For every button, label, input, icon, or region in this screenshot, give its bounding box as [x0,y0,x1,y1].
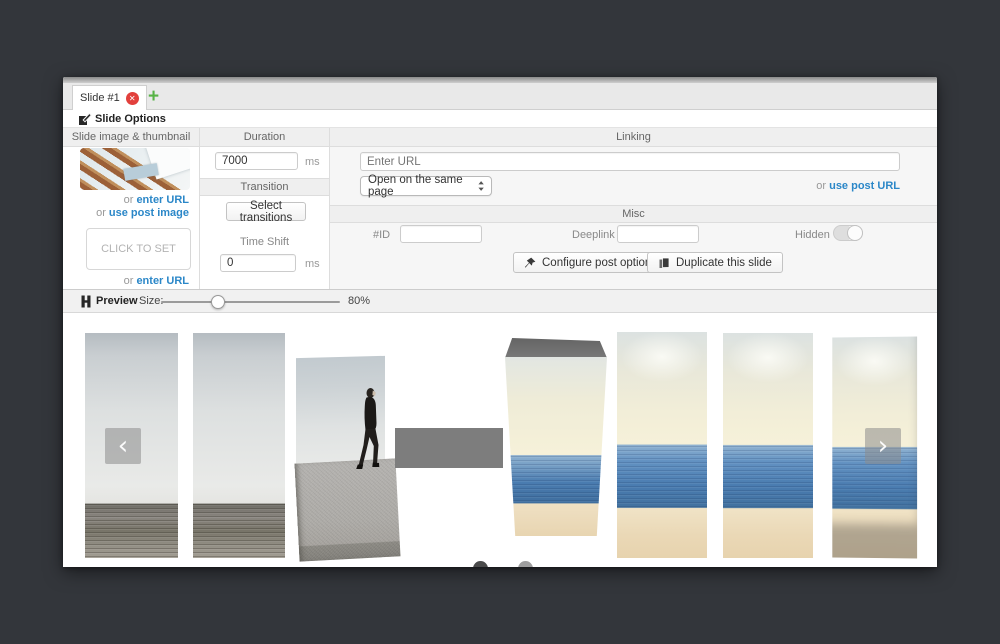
preview-strip-3-concrete-block [295,458,401,561]
slide-image-column: Slide image & thumbnail or enter URL or … [63,128,200,289]
edit-compose-icon [78,112,92,126]
businessman-figure [350,387,385,471]
chevron-right-icon: › [878,428,888,464]
transition-header: Transition [200,178,329,196]
hidden-toggle-knob [847,225,863,241]
link-url-input[interactable] [360,152,900,171]
post-url-row: or use post URL [816,180,900,192]
enter-image-url-link[interactable]: enter URL [136,194,189,206]
time-shift-label: Time Shift [200,236,329,248]
image-url-row: or enter URL [124,194,189,206]
link-target-select[interactable]: Open on the same page [360,176,492,196]
slide-options-title: Slide Options [95,113,166,125]
slide-thumbnail[interactable] [80,148,190,190]
preview-strip-7 [723,333,813,558]
or-text: or [816,180,826,192]
pagination-dot[interactable] [518,561,533,567]
duplicate-icon [658,257,670,269]
hidden-toggle[interactable] [833,225,863,241]
configure-post-options-label: Configure post options [542,257,657,269]
preview-toolbar: Preview Size: 80% [63,290,937,313]
slider-preview-area: ‹ › [63,313,937,567]
duration-input[interactable] [215,152,298,170]
tab-slide-1-label: Slide #1 [80,92,120,104]
misc-header: Misc [330,205,937,223]
id-label: #ID [373,229,390,241]
delete-slide-icon[interactable]: ✕ [126,92,139,105]
select-transitions-button[interactable]: Select transitions [226,202,306,221]
preview-strip-6 [617,332,707,558]
id-input[interactable] [400,225,482,243]
preview-size-value: 80% [348,295,370,307]
linking-header: Linking [330,128,937,147]
or-text: or [124,275,134,287]
duration-header: Duration [200,128,329,147]
duplicate-slide-button[interactable]: Duplicate this slide [647,252,783,273]
preview-cube-top-face [505,338,607,358]
pushpin-icon [524,257,536,269]
thumbnail-click-to-set[interactable]: CLICK TO SET [86,228,191,270]
slide-options-grid: Slide image & thumbnail or enter URL or … [63,128,937,290]
next-slide-arrow[interactable]: › [865,428,901,464]
select-stepper-icon [478,180,484,192]
post-image-row: or use post image [96,207,189,219]
slide-editor-window: Slide #1 ✕ + Slide Options Slide image &… [63,77,937,567]
add-slide-button[interactable]: + [148,86,159,107]
duplicate-slide-label: Duplicate this slide [676,257,772,269]
or-text: or [124,194,134,206]
or-text: or [96,207,106,219]
enter-thumb-url-link[interactable]: enter URL [136,275,189,287]
slide-tab-bar: Slide #1 ✕ + [63,83,937,110]
preview-size-slider-thumb[interactable] [211,295,225,309]
use-post-url-link[interactable]: use post URL [829,180,900,192]
thumb-url-row: or enter URL [124,275,189,287]
slide-options-header: Slide Options [63,110,937,128]
preview-label: Preview [96,295,138,307]
slide-image-header: Slide image & thumbnail [63,128,199,147]
time-shift-input[interactable] [220,254,296,272]
use-post-image-link[interactable]: use post image [109,207,189,219]
preview-size-slider[interactable] [161,301,340,303]
hidden-label: Hidden [795,229,830,241]
deeplink-label: Deeplink [572,229,615,241]
link-target-value: Open on the same page [368,174,478,198]
chevron-left-icon: ‹ [118,428,128,464]
deeplink-input[interactable] [617,225,699,243]
duration-column: Duration ms Transition Select transition… [200,128,330,289]
preview-size-label: Size: [139,295,163,307]
configure-post-options-button[interactable]: Configure post options [513,252,668,273]
duration-unit: ms [305,156,320,168]
linking-misc-column: Linking Open on the same page or use pos… [330,128,937,289]
pagination-dot-active[interactable] [473,561,488,567]
preview-icon [80,295,92,308]
preview-strip-2 [193,333,285,558]
prev-slide-arrow[interactable]: ‹ [105,428,141,464]
time-shift-unit: ms [305,258,320,270]
transition-gray-panel [395,428,503,468]
preview-cube-front-face [505,357,607,536]
tab-slide-1[interactable]: Slide #1 ✕ [72,85,147,110]
